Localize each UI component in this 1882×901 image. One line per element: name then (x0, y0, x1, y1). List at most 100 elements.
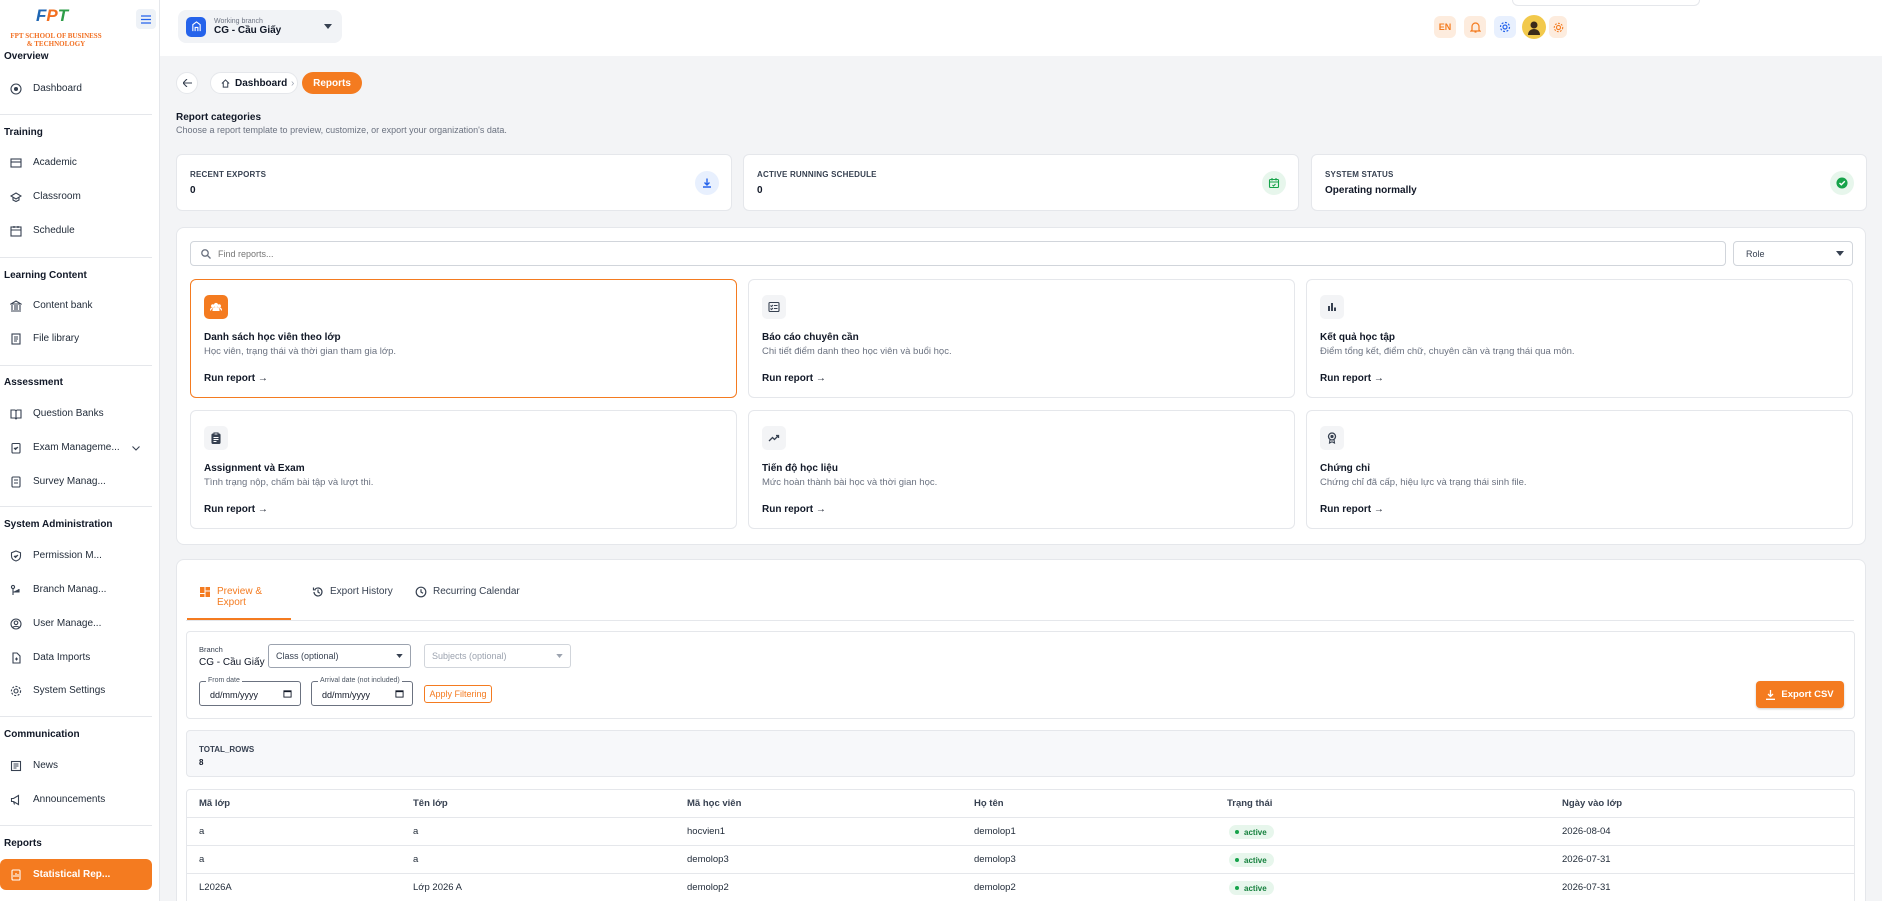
sidebar-item-academic[interactable]: Academic (0, 147, 152, 178)
settings-button[interactable] (1494, 16, 1516, 38)
run-report-link[interactable]: Run report → (1320, 504, 1384, 515)
search-input[interactable] (218, 248, 1618, 259)
breadcrumb-dashboard[interactable]: Dashboard (210, 72, 299, 94)
language-button[interactable]: EN (1434, 16, 1456, 38)
sidebar-item-news[interactable]: News (0, 750, 152, 781)
table-row: L2026A Lớp 2026 A demolop2 demolop2 active 20… (187, 873, 1854, 901)
nav-group-3: Assessment (4, 377, 63, 388)
arrow-left-icon (182, 79, 192, 87)
history-icon (312, 586, 324, 598)
arrival-date-field[interactable]: Arrival date (not included) dd/mm/yyyy (311, 677, 413, 706)
user-icon (10, 617, 22, 630)
run-report-link[interactable]: Run report → (204, 504, 268, 515)
sidebar-item-label: Content bank (33, 300, 93, 311)
table-cell: Lớp 2026 A (413, 882, 463, 893)
report-table: Mã lớp Tên lớp Mã học viên Họ tên Trạng thái… (186, 789, 1855, 901)
certificate-icon (1320, 426, 1344, 450)
report-card-description: Mức hoàn thành bài học và thời gian học. (762, 477, 938, 488)
sidebar-item-schedule[interactable]: Schedule (0, 215, 152, 246)
megaphone-icon (10, 794, 22, 806)
table-cell: demolop2 (974, 882, 1016, 893)
menu-toggle-button[interactable] (136, 9, 156, 29)
report-card-3[interactable]: Assignment và Exam Tình trạng nộp, chấm b… (190, 410, 737, 529)
report-card-5[interactable]: Chứng chỉ Chứng chỉ đã cấp, hiệu lực và t… (1306, 410, 1853, 529)
sidebar-item-content-bank[interactable]: Content bank (0, 290, 152, 321)
stat-label: SYSTEM STATUS (1325, 170, 1394, 179)
run-report-link[interactable]: Run report → (1320, 373, 1384, 384)
breadcrumb-reports[interactable]: Reports (302, 72, 362, 94)
sidebar-item-system-settings[interactable]: System Settings (0, 675, 152, 706)
report-card-0[interactable]: Danh sách học viên theo lớp Học viên, trạ… (190, 279, 737, 398)
apply-filtering-button[interactable]: Apply Filtering (424, 685, 492, 703)
sidebar-item-announcements[interactable]: Announcements (0, 784, 152, 815)
tab-export-history[interactable]: Export History (300, 586, 410, 620)
shield-icon (10, 549, 22, 562)
export-csv-button[interactable]: Export CSV (1756, 681, 1844, 708)
report-card-title: Assignment và Exam (204, 463, 305, 474)
report-search[interactable] (190, 241, 1726, 266)
sidebar-item-file-library[interactable]: File library (0, 323, 152, 354)
branch-selector[interactable]: Working branch CG - Cầu Giấy (178, 10, 342, 43)
sidebar-item-classroom[interactable]: Classroom (0, 181, 152, 212)
fpt-logo: FPT FPT SCHOOL OF BUSINESS & TECHNOLOGY (4, 6, 108, 48)
table-header-cell: Trạng thái (1227, 798, 1273, 809)
notifications-button[interactable] (1464, 16, 1486, 38)
tab-preview-export[interactable]: Preview & Export (187, 586, 291, 620)
clipboard-icon (204, 426, 228, 450)
from-date-label: From date (206, 677, 242, 684)
sidebar-item-question-banks[interactable]: Question Banks (0, 398, 152, 429)
sidebar-item-data-imports[interactable]: Data Imports (0, 642, 152, 673)
branch-icon (10, 584, 22, 596)
stat-card-1: ACTIVE RUNNING SCHEDULE 0 (743, 154, 1299, 211)
status-badge-text: active (1244, 855, 1267, 865)
run-report-link[interactable]: Run report → (762, 373, 826, 384)
table-cell: demolop2 (687, 882, 729, 893)
subjects-select[interactable]: Subjects (optional) (424, 644, 571, 668)
table-cell: 2026-08-04 (1562, 826, 1611, 837)
bank-icon (10, 299, 22, 312)
from-date-value: dd/mm/yyyy (210, 690, 259, 700)
academic-icon (10, 157, 22, 169)
chevron-down-icon (1836, 251, 1844, 256)
table-header-cell: Tên lớp (413, 798, 448, 809)
role-select[interactable]: Role (1733, 241, 1853, 266)
chevron-down-icon (556, 654, 563, 658)
download-icon (695, 171, 719, 195)
sidebar-item-survey-manag[interactable]: Survey Manag... (0, 466, 152, 497)
chevron-down-icon (396, 654, 403, 658)
report-card-2[interactable]: Kết quả học tập Điểm tổng kết, điểm chữ, … (1306, 279, 1853, 398)
sidebar-item-permission-m[interactable]: Permission M... (0, 540, 152, 571)
from-date-field[interactable]: From date dd/mm/yyyy (199, 677, 301, 706)
sun-gear-icon (1553, 22, 1563, 32)
stat-value: Operating normally (1325, 185, 1417, 196)
tab-recurring-calendar[interactable]: Recurring Calendar (403, 586, 535, 620)
sidebar-item-label: Schedule (33, 225, 75, 236)
report-card-4[interactable]: Tiến độ học liệu Mức hoàn thành bài học v… (748, 410, 1295, 529)
calendar-icon[interactable] (283, 689, 292, 698)
sidebar-item-dashboard[interactable]: Dashboard (0, 73, 152, 104)
table-cell: 2026-07-31 (1562, 882, 1611, 893)
branch-caption: Working branch (214, 17, 263, 25)
topbar: Working branch CG - Cầu Giấy EN (160, 0, 1882, 56)
sidebar-item-exam-manageme[interactable]: Exam Manageme... (0, 432, 152, 463)
sidebar-item-user-manage[interactable]: User Manage... (0, 608, 152, 639)
chevron-down-icon[interactable] (132, 443, 140, 454)
sidebar-item-label: Dashboard (33, 83, 82, 94)
logo-subtitle: FPT SCHOOL OF BUSINESS & TECHNOLOGY (4, 32, 108, 48)
sidebar-item-branch-manag[interactable]: Branch Manag... (0, 574, 152, 605)
bell-icon (1469, 22, 1481, 33)
back-button[interactable] (176, 72, 198, 94)
class-select-placeholder: Class (optional) (276, 651, 339, 661)
run-report-link[interactable]: Run report → (762, 504, 826, 515)
nav-divider (0, 825, 152, 826)
class-select[interactable]: Class (optional) (268, 644, 411, 668)
theme-settings-button[interactable] (1549, 16, 1567, 38)
report-card-1[interactable]: Báo cáo chuyên cần Chi tiết điểm danh the… (748, 279, 1295, 398)
classroom-icon (10, 191, 22, 203)
avatar[interactable] (1522, 15, 1546, 39)
calendar-icon[interactable] (395, 689, 404, 698)
branch-name: CG - Cầu Giấy (214, 24, 282, 36)
run-report-link[interactable]: Run report → (204, 373, 268, 384)
sidebar-item-statistical-rep[interactable]: Statistical Rep... (0, 859, 152, 890)
status-badge: active (1229, 825, 1274, 839)
